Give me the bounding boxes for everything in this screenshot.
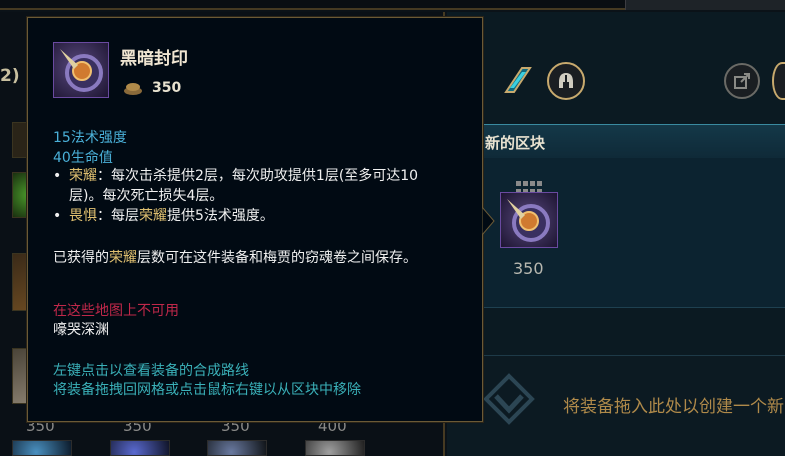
gold-icon <box>123 80 143 96</box>
hint-drag-remove: 将装备拖拽回网格或点击鼠标右键以从区块中移除 <box>53 382 361 398</box>
keyword-dread: 畏惧 <box>69 208 97 224</box>
passive-glory-line2: 层)。每次死亡损失4层。 <box>69 188 224 204</box>
category-header-fragment: 2) <box>0 66 20 86</box>
stat-health: 40生命值 <box>53 150 113 166</box>
dark-seal-icon[interactable] <box>500 192 558 248</box>
import-icon[interactable] <box>772 62 785 100</box>
helmet-icon[interactable] <box>547 62 585 100</box>
grid-item[interactable] <box>12 440 72 456</box>
passive-glory: • 荣耀：每次击杀提供2层，每次助攻提供1层(至多可达10 <box>53 168 419 184</box>
drop-zone-text: 将装备拖入此处以创建一个新 <box>563 397 784 417</box>
block-item-price: 350 <box>513 259 544 278</box>
hint-left-click: 左键点击以查看装备的合成路线 <box>53 363 249 379</box>
grid-item[interactable] <box>207 440 267 456</box>
dark-seal-icon <box>53 42 109 98</box>
grid-item[interactable] <box>110 440 170 456</box>
item-name: 黑暗封印 <box>120 49 188 69</box>
boots-category-icon[interactable] <box>498 62 536 100</box>
grid-item[interactable] <box>305 440 365 456</box>
unavailable-label: 在这些地图上不可用 <box>53 303 179 319</box>
stat-ability-power: 15法术强度 <box>53 130 127 146</box>
drop-chevron-icon <box>480 370 538 428</box>
glory-note: 已获得的荣耀层数可在这件装备和梅贾的窃魂卷之间保存。 <box>53 250 417 266</box>
block-title: 新的区块 <box>485 134 546 152</box>
top-tab[interactable] <box>625 0 785 10</box>
item-block-body <box>447 158 785 308</box>
passive-dread: • 畏惧：每层荣耀提供5法术强度。 <box>53 208 274 224</box>
item-price: 350 <box>152 80 182 96</box>
item-block-header[interactable]: 新的区块 <box>447 124 785 158</box>
tooltip-pointer <box>481 205 496 237</box>
export-icon[interactable] <box>724 63 760 99</box>
top-bar <box>0 0 785 10</box>
map-name: 嚎哭深渊 <box>53 322 109 338</box>
keyword-glory: 荣耀 <box>69 168 97 184</box>
